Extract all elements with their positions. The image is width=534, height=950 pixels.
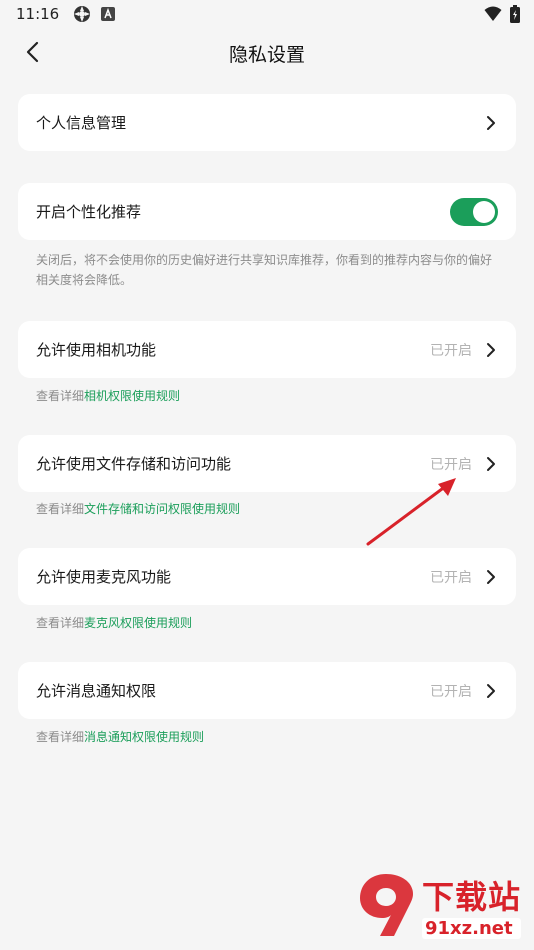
wifi-icon — [484, 6, 502, 26]
personal-info-management-item[interactable]: 个人信息管理 — [18, 94, 516, 151]
chevron-right-icon — [484, 683, 498, 699]
camera-rules-line: 查看详细相机权限使用规则 — [36, 387, 180, 404]
item-label: 允许使用麦克风功能 — [36, 568, 172, 586]
back-button[interactable] — [18, 40, 46, 68]
status-text: 已开启 — [430, 569, 472, 586]
sub-prefix: 查看详细 — [36, 502, 85, 516]
site-watermark: 下载站 91xz.net — [356, 864, 528, 946]
toggle-knob — [473, 200, 495, 223]
sub-prefix: 查看详细 — [36, 616, 85, 630]
item-label: 允许使用相机功能 — [36, 341, 157, 359]
battery-icon — [510, 5, 520, 27]
chevron-right-icon — [484, 456, 498, 472]
microphone-permission-item[interactable]: 允许使用麦克风功能 已开启 — [18, 548, 516, 605]
sub-prefix: 查看详细 — [36, 730, 85, 744]
watermark-logo-icon — [360, 874, 413, 936]
camera-rules-link[interactable]: 相机权限使用规则 — [84, 389, 180, 403]
chevron-right-icon — [484, 342, 498, 358]
top-app-bar: 隐私设置 — [0, 28, 534, 78]
status-text: 已开启 — [430, 342, 472, 359]
status-text: 已开启 — [430, 683, 472, 700]
status-time: 11:16 — [16, 5, 60, 23]
status-indicators — [484, 5, 520, 27]
notification-app-icon — [73, 5, 91, 23]
personalized-recommendation-toggle[interactable] — [450, 197, 498, 226]
storage-permission-item[interactable]: 允许使用文件存储和访问功能 已开启 — [18, 435, 516, 492]
notification-a-icon — [101, 7, 116, 21]
camera-permission-item[interactable]: 允许使用相机功能 已开启 — [18, 321, 516, 378]
item-label: 开启个性化推荐 — [36, 203, 142, 221]
notification-rules-line: 查看详细消息通知权限使用规则 — [36, 728, 204, 745]
storage-rules-line: 查看详细文件存储和访问权限使用规则 — [36, 500, 240, 517]
item-label: 个人信息管理 — [36, 114, 127, 132]
item-label: 允许消息通知权限 — [36, 682, 157, 700]
microphone-rules-line: 查看详细麦克风权限使用规则 — [36, 614, 192, 631]
microphone-rules-link[interactable]: 麦克风权限使用规则 — [84, 616, 192, 630]
item-label: 允许使用文件存储和访问功能 — [36, 455, 232, 473]
notification-permission-item[interactable]: 允许消息通知权限 已开启 — [18, 662, 516, 719]
status-bar: 11:16 — [0, 0, 534, 28]
watermark-brand: 下载站 — [422, 877, 522, 916]
watermark-domain: 91xz.net — [422, 917, 522, 939]
storage-rules-link[interactable]: 文件存储和访问权限使用规则 — [84, 502, 240, 516]
page-title: 隐私设置 — [228, 43, 305, 66]
status-text: 已开启 — [430, 456, 472, 473]
back-arrow-icon — [25, 41, 39, 67]
notification-rules-link[interactable]: 消息通知权限使用规则 — [84, 730, 204, 744]
personalized-recommendation-item: 开启个性化推荐 — [18, 183, 516, 240]
chevron-right-icon — [484, 115, 498, 131]
chevron-right-icon — [484, 569, 498, 585]
recommendation-description: 关闭后，将不会使用你的历史偏好进行共享知识库推荐，你看到的推荐内容与你的偏好相关… — [36, 253, 493, 287]
sub-prefix: 查看详细 — [36, 389, 85, 403]
